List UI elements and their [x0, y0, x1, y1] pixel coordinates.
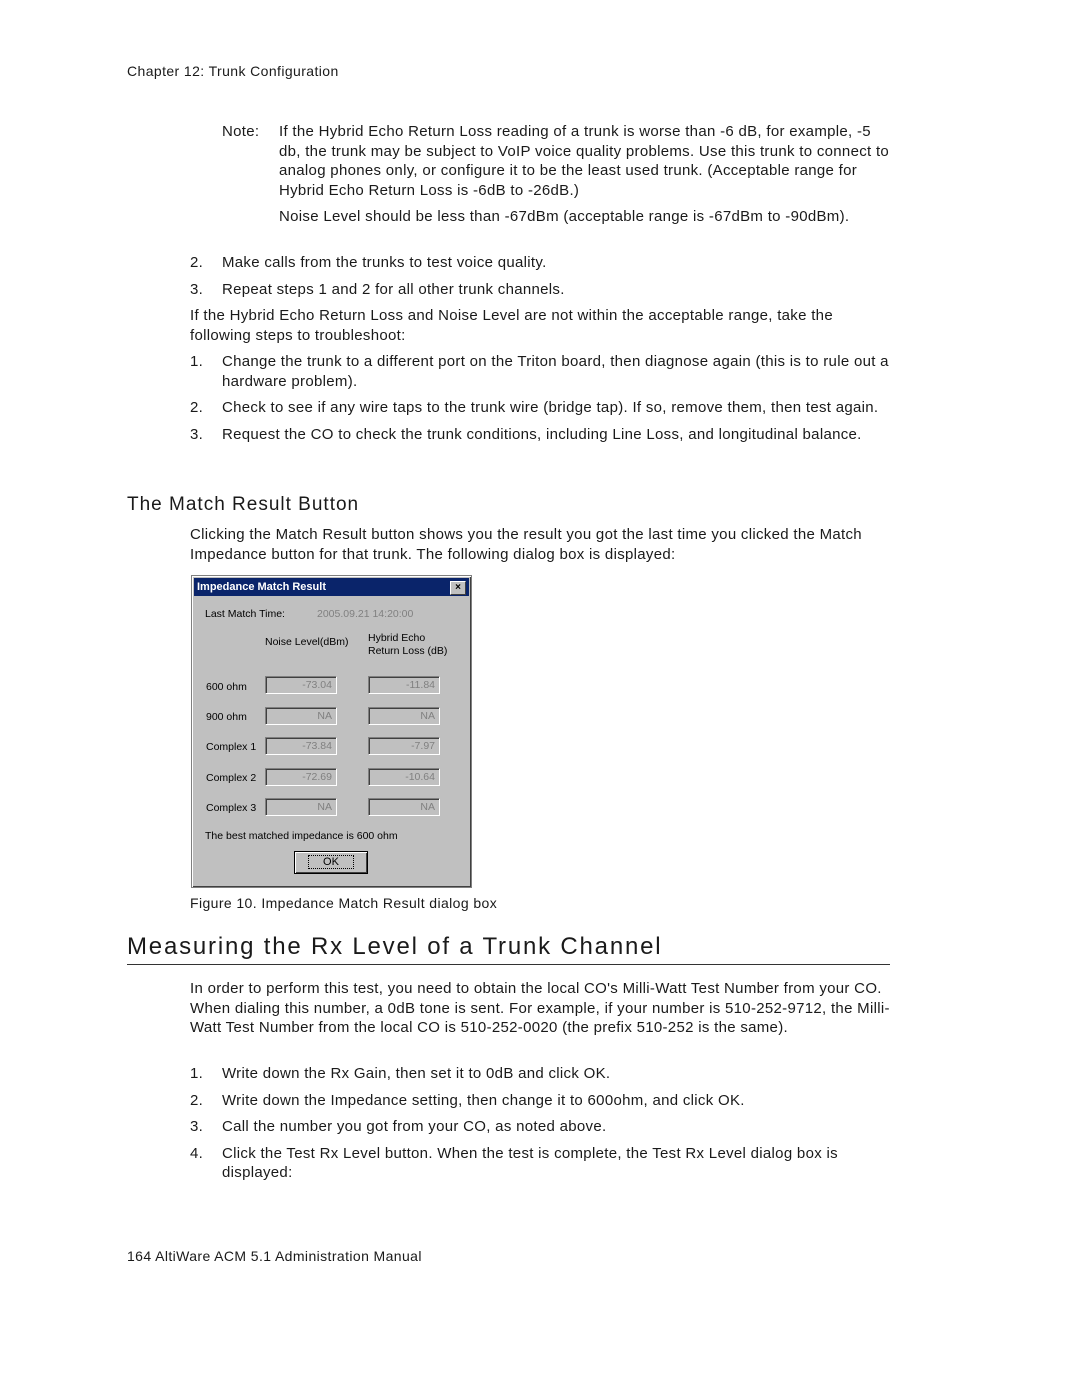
- note-paragraph: Noise Level should be less than -67dBm (…: [279, 208, 850, 225]
- note-paragraph: If the Hybrid Echo Return Loss reading o…: [279, 123, 890, 199]
- step-list-a: 2. Make calls from the trunks to test voi…: [190, 253, 890, 306]
- running-head: Chapter 12: Trunk Configuration: [127, 63, 339, 79]
- echo-header-line1: Hybrid Echo: [368, 632, 426, 644]
- dialog-title-bar: Impedance Match Result ×: [194, 578, 469, 596]
- heading-rule: [127, 964, 890, 965]
- list-item: 4. Click the Test Rx Level button. When t…: [190, 1144, 890, 1183]
- step-number: 3.: [190, 280, 204, 298]
- noise-field: NA: [265, 798, 337, 816]
- list-item: 2. Make calls from the trunks to test voi…: [190, 253, 890, 273]
- step-text: Write down the Impedance setting, then c…: [222, 1091, 745, 1109]
- noise-level-header: Noise Level(dBm): [265, 636, 349, 648]
- row-label: 600 ohm: [206, 681, 247, 693]
- best-match-text: The best matched impedance is 600 ohm: [205, 830, 398, 842]
- row-label: Complex 3: [206, 802, 257, 814]
- step-text: Repeat steps 1 and 2 for all other trunk…: [222, 280, 565, 298]
- list-item: 1. Change the trunk to a different port o…: [190, 352, 890, 391]
- step-text: Change the trunk to a different port on …: [222, 353, 889, 390]
- echo-field: NA: [368, 707, 440, 725]
- match-result-body: Clicking the Match Result button shows y…: [190, 526, 862, 563]
- step-text: Check to see if any wire taps to the tru…: [222, 399, 879, 416]
- noise-field: NA: [265, 707, 337, 725]
- troubleshoot-intro: If the Hybrid Echo Return Loss and Noise…: [190, 307, 833, 344]
- step-number: 1.: [190, 1065, 204, 1082]
- close-icon[interactable]: ×: [450, 581, 466, 595]
- step-number: 2.: [190, 254, 204, 271]
- step-number: 2.: [190, 399, 204, 416]
- noise-field: -72.69: [265, 768, 337, 786]
- noise-field: -73.04: [265, 676, 337, 694]
- echo-header-line2: Return Loss (dB): [368, 645, 448, 657]
- step-list-rx: 1. Write down the Rx Gain, then set it to…: [190, 1064, 890, 1190]
- list-item: 1. Write down the Rx Gain, then set it to…: [190, 1064, 890, 1084]
- step-number: 3.: [190, 1118, 204, 1135]
- step-text: Make calls from the trunks to test voice…: [222, 254, 547, 271]
- step-text: Request the CO to check the trunk condit…: [222, 425, 862, 443]
- row-label: Complex 2: [206, 772, 257, 784]
- noise-field: -73.84: [265, 737, 337, 755]
- step-number: 2.: [190, 1091, 204, 1109]
- step-number: 1.: [190, 353, 204, 370]
- page-footer: 164 AltiWare ACM 5.1 Administration Manu…: [127, 1248, 422, 1264]
- section-heading-match-result: The Match Result Button: [127, 494, 360, 515]
- step-text: Call the number you got from your CO, as…: [222, 1118, 607, 1135]
- step-text: Click the Test Rx Level button. When the…: [222, 1144, 838, 1182]
- ok-button[interactable]: OK: [294, 851, 368, 874]
- rx-level-body: In order to perform this test, you need …: [190, 980, 890, 1036]
- figure-caption: Figure 10. Impedance Match Result dialog…: [190, 895, 498, 911]
- impedance-match-result-dialog: Impedance Match Result × Last Match Time…: [191, 575, 472, 888]
- echo-field: -10.64: [368, 768, 440, 786]
- section-heading-rx-level: Measuring the Rx Level of a Trunk Channe…: [127, 933, 663, 960]
- note-block: Note: If the Hybrid Echo Return Loss rea…: [222, 122, 892, 234]
- step-list-b: 1. Change the trunk to a different port o…: [190, 352, 890, 451]
- row-label: 900 ohm: [206, 711, 247, 723]
- last-match-label: Last Match Time:: [205, 608, 285, 620]
- note-label: Note:: [222, 123, 260, 140]
- list-item: 2. Check to see if any wire taps to the t…: [190, 398, 890, 418]
- list-item: 3. Call the number you got from your CO, …: [190, 1117, 890, 1137]
- dialog-title: Impedance Match Result: [197, 581, 326, 593]
- echo-field: -7.97: [368, 737, 440, 755]
- list-item: 3. Repeat steps 1 and 2 for all other tru…: [190, 280, 890, 300]
- step-number: 3.: [190, 425, 204, 443]
- ok-button-label: OK: [308, 855, 354, 869]
- list-item: 3. Request the CO to check the trunk cond…: [190, 425, 890, 445]
- echo-field: NA: [368, 798, 440, 816]
- row-label: Complex 1: [206, 741, 257, 753]
- echo-field: -11.84: [368, 676, 440, 694]
- list-item: 2. Write down the Impedance setting, then…: [190, 1091, 890, 1111]
- step-number: 4.: [190, 1144, 204, 1162]
- step-text: Write down the Rx Gain, then set it to 0…: [222, 1065, 611, 1082]
- last-match-value: 2005.09.21 14:20:00: [317, 608, 414, 620]
